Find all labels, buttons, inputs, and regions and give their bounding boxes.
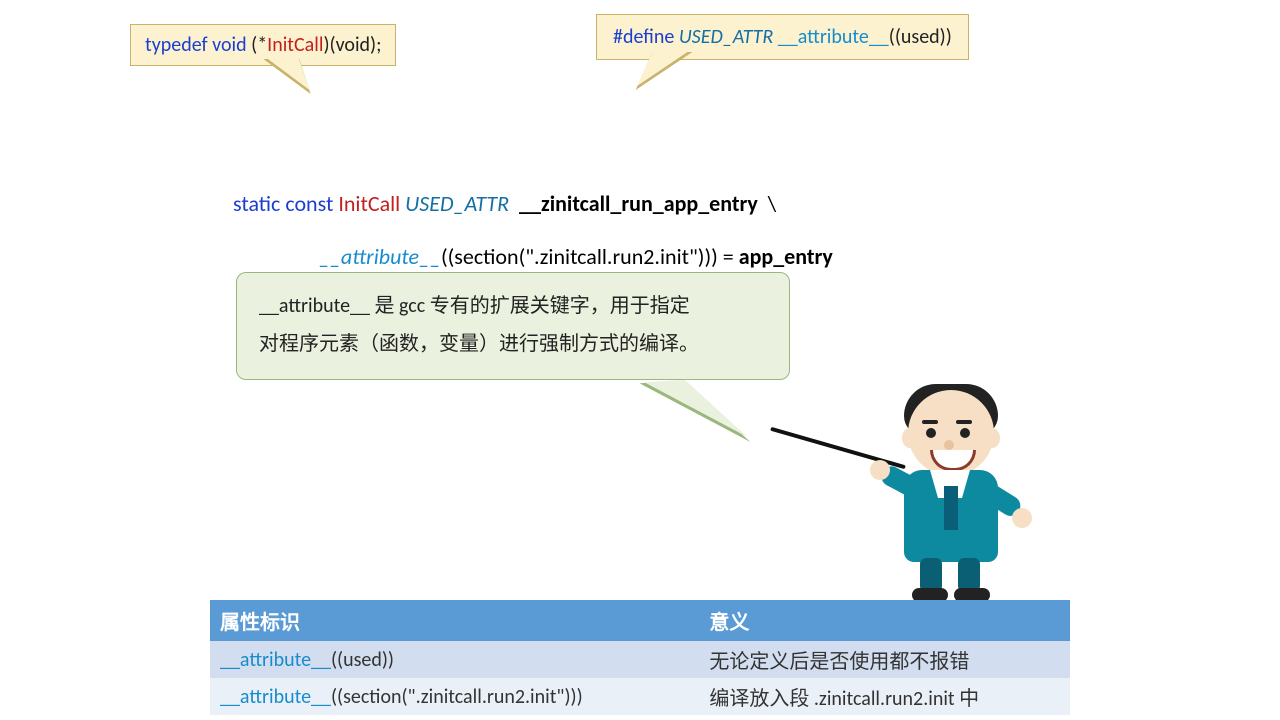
- table-row: __attribute__((used)) 无论定义后是否使用都不报错: [210, 641, 1070, 678]
- th-meaning: 意义: [699, 600, 1070, 641]
- kw-used-attr: USED_ATTR: [405, 190, 514, 217]
- section-spec: ((section(".zinitcall.run2.init"))) =: [441, 243, 739, 270]
- text-paren-open: (*: [247, 33, 268, 57]
- cell-meaning: 无论定义后是否使用都不报错: [699, 641, 1070, 678]
- cell-attr-keyword: __attribute__: [220, 685, 331, 709]
- nose: [944, 440, 954, 450]
- symbol-entry-name: __zinitcall_run_app_entry: [514, 190, 758, 217]
- th-attr-id: 属性标识: [210, 600, 699, 641]
- cell-attr: __attribute__((used)): [210, 641, 699, 678]
- attribute-table: 属性标识 意义 __attribute__((used)) 无论定义后是否使用都…: [210, 600, 1070, 715]
- attr-used: ((used)): [889, 25, 952, 49]
- keyword-attribute: __attribute__: [778, 25, 889, 49]
- leg: [958, 558, 980, 592]
- keyword-define: #define: [613, 25, 679, 49]
- explain-speech-bubble: __attribute__ 是 gcc 专有的扩展关键字，用于指定 对程序元素（…: [236, 272, 790, 380]
- brow: [922, 420, 938, 424]
- brow: [956, 420, 972, 424]
- explain-line1: __attribute__ 是 gcc 专有的扩展关键字，用于指定: [259, 287, 769, 325]
- explain-line2: 对程序元素（函数，变量）进行强制方式的编译。: [259, 325, 769, 363]
- table-row: __attribute__((section(".zinitcall.run2.…: [210, 678, 1070, 715]
- tie: [944, 486, 958, 530]
- hand: [1012, 508, 1032, 528]
- symbol-app-entry: app_entry: [739, 243, 833, 270]
- teacher-character: [860, 390, 1040, 610]
- cell-attr-rest: ((used)): [331, 648, 394, 672]
- cell-attr: __attribute__((section(".zinitcall.run2.…: [210, 678, 699, 715]
- text-paren-close: )(void);: [323, 33, 381, 57]
- eye: [960, 428, 970, 438]
- speech-tail-fill: [644, 380, 767, 438]
- macro-used-attr: USED_ATTR: [679, 25, 773, 49]
- code-declaration: static const InitCall USED_ATTR __zinitc…: [233, 125, 833, 283]
- kw-attribute-line2: __attribute__: [319, 243, 441, 270]
- eye: [926, 428, 936, 438]
- hand: [870, 460, 890, 480]
- table-header-row: 属性标识 意义: [210, 600, 1070, 641]
- kw-initcall: InitCall: [338, 190, 405, 217]
- keyword-typedef: typedef void: [145, 33, 247, 57]
- leg: [920, 558, 942, 592]
- line-continuation: \: [758, 190, 776, 217]
- cell-attr-rest: ((section(".zinitcall.run2.init"))): [331, 685, 583, 709]
- cell-meaning: 编译放入段 .zinitcall.run2.init 中: [699, 678, 1070, 715]
- type-initcall: InitCall: [267, 33, 323, 57]
- kw-static-const: static const: [233, 190, 338, 217]
- cell-attr-keyword: __attribute__: [220, 648, 331, 672]
